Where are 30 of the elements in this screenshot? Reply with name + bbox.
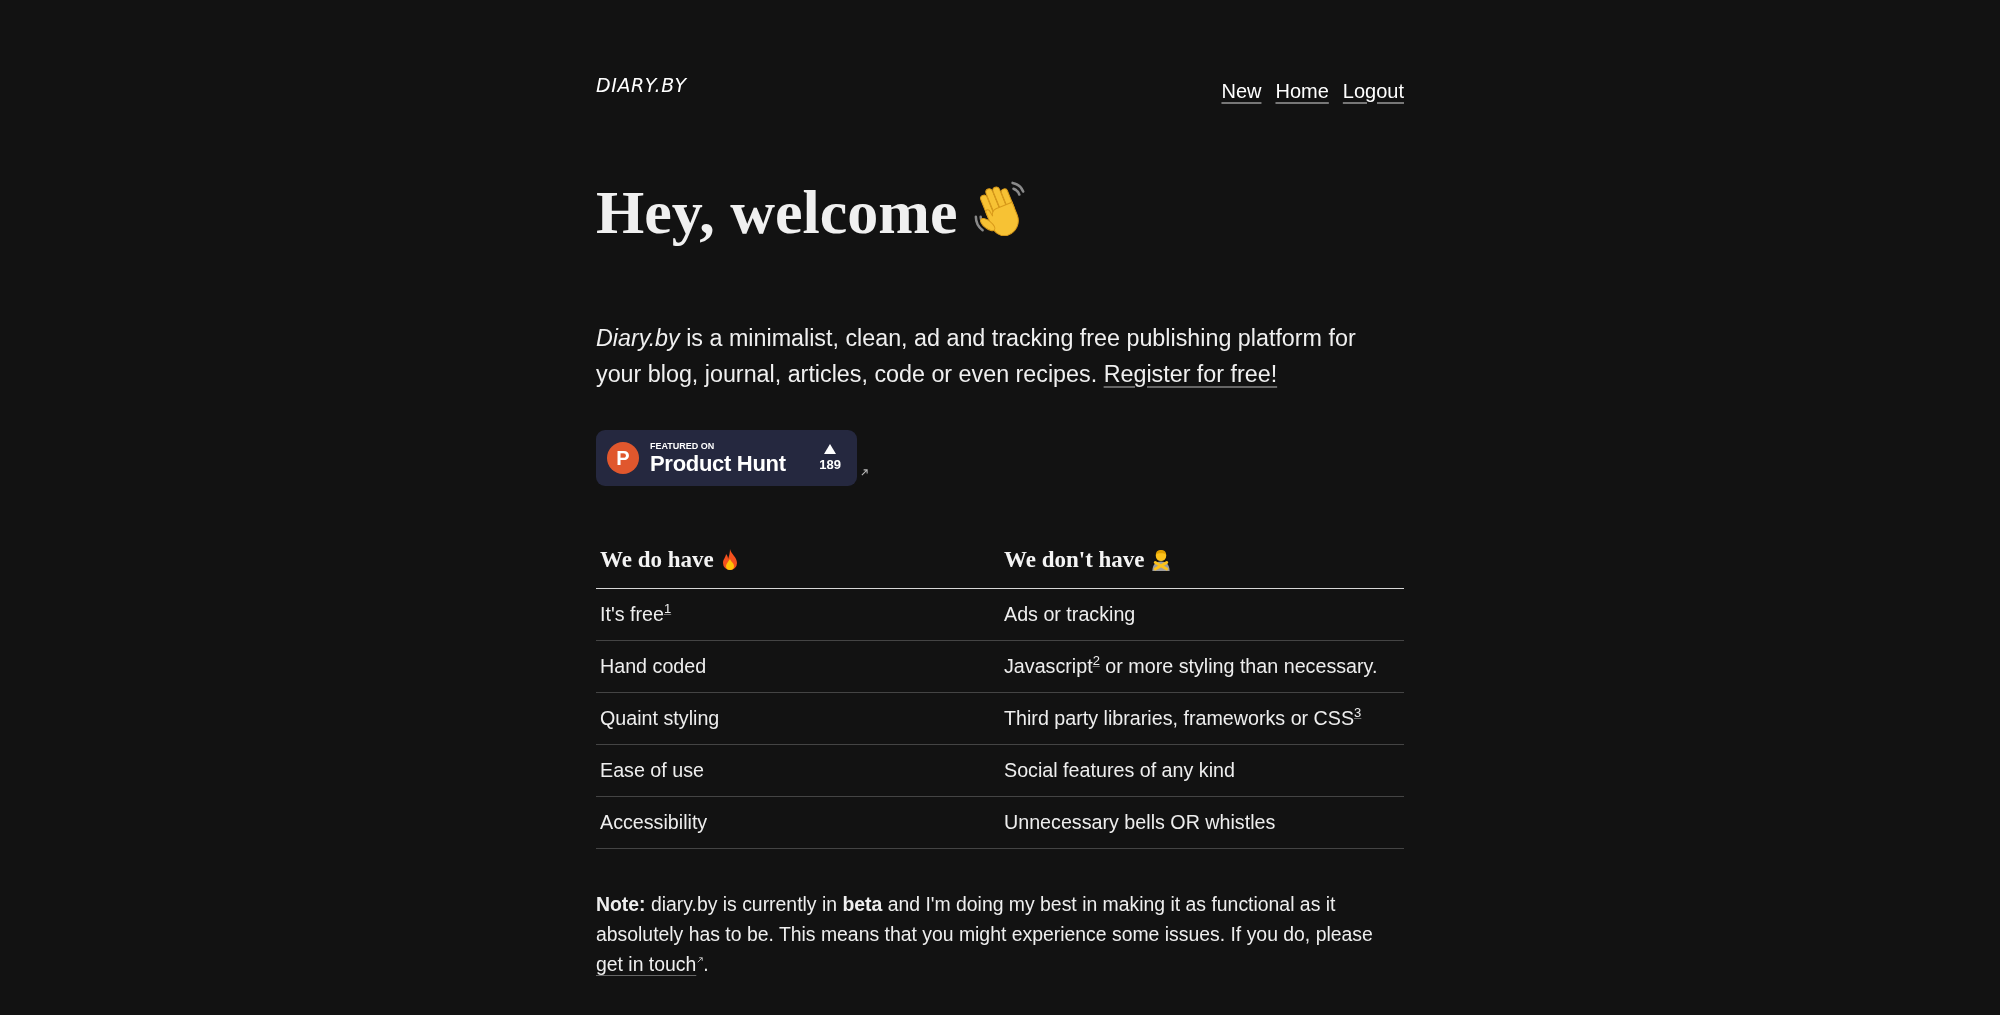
product-hunt-badge[interactable]: P FEATURED ON Product Hunt 189 <box>596 430 857 486</box>
badge-title: Product Hunt <box>650 451 787 476</box>
nav-link[interactable]: Home <box>1275 79 1329 103</box>
nav-link[interactable]: New <box>1221 79 1262 103</box>
table-cell: Hand coded <box>596 640 1000 693</box>
column-header: We do have <box>600 547 714 573</box>
contact-link[interactable]: get in touch <box>596 953 704 975</box>
table-cell: Accessibility <box>596 796 1000 849</box>
person-crossed-arms-icon <box>1150 549 1171 571</box>
table-cell: Quaint styling <box>596 692 1000 745</box>
nav-link[interactable]: Logout <box>1342 79 1404 103</box>
note-paragraph: Note: diary.by is currently in beta and I'm doing my best in making it as functional as it absolutely has to be. This means that you might experience some issues. If you do, please get in touch . <box>596 892 1374 977</box>
arrow-up-right-icon <box>697 957 704 963</box>
table-cell: Unnecessary bells OR whistles <box>1000 796 1404 849</box>
site-logo[interactable]: DIARY.BY <box>596 74 687 96</box>
page-title: Hey, welcome <box>596 177 958 248</box>
table-cell: Third party libraries, frameworks or CSS$^{3}$ <box>1000 692 1404 745</box>
upvote-triangle-icon <box>824 444 837 454</box>
vote-count: 189 <box>819 458 841 472</box>
arrow-up-right-icon <box>861 469 868 476</box>
column-header: We don't have <box>1004 547 1145 573</box>
badge-caption: FEATURED ON <box>650 440 716 452</box>
table-cell: Social features of any kind <box>1000 744 1404 797</box>
register-link[interactable]: Register for free! <box>1103 361 1278 387</box>
table-cell: Javascript$^{2}$ or more styling than necessary. <box>1000 640 1404 693</box>
table-cell: Ads or tracking <box>1000 588 1404 641</box>
intro-paragraph: Diary.by is a minimalist, clean, ad and tracking free publishing platform for your blog, journal, articles, code or even recipes. Register for free! <box>596 324 1357 389</box>
badge-logo: P <box>607 442 639 474</box>
table-cell: It's free$^{1}$ <box>596 588 1000 641</box>
table-cell: Ease of use <box>596 744 1000 797</box>
